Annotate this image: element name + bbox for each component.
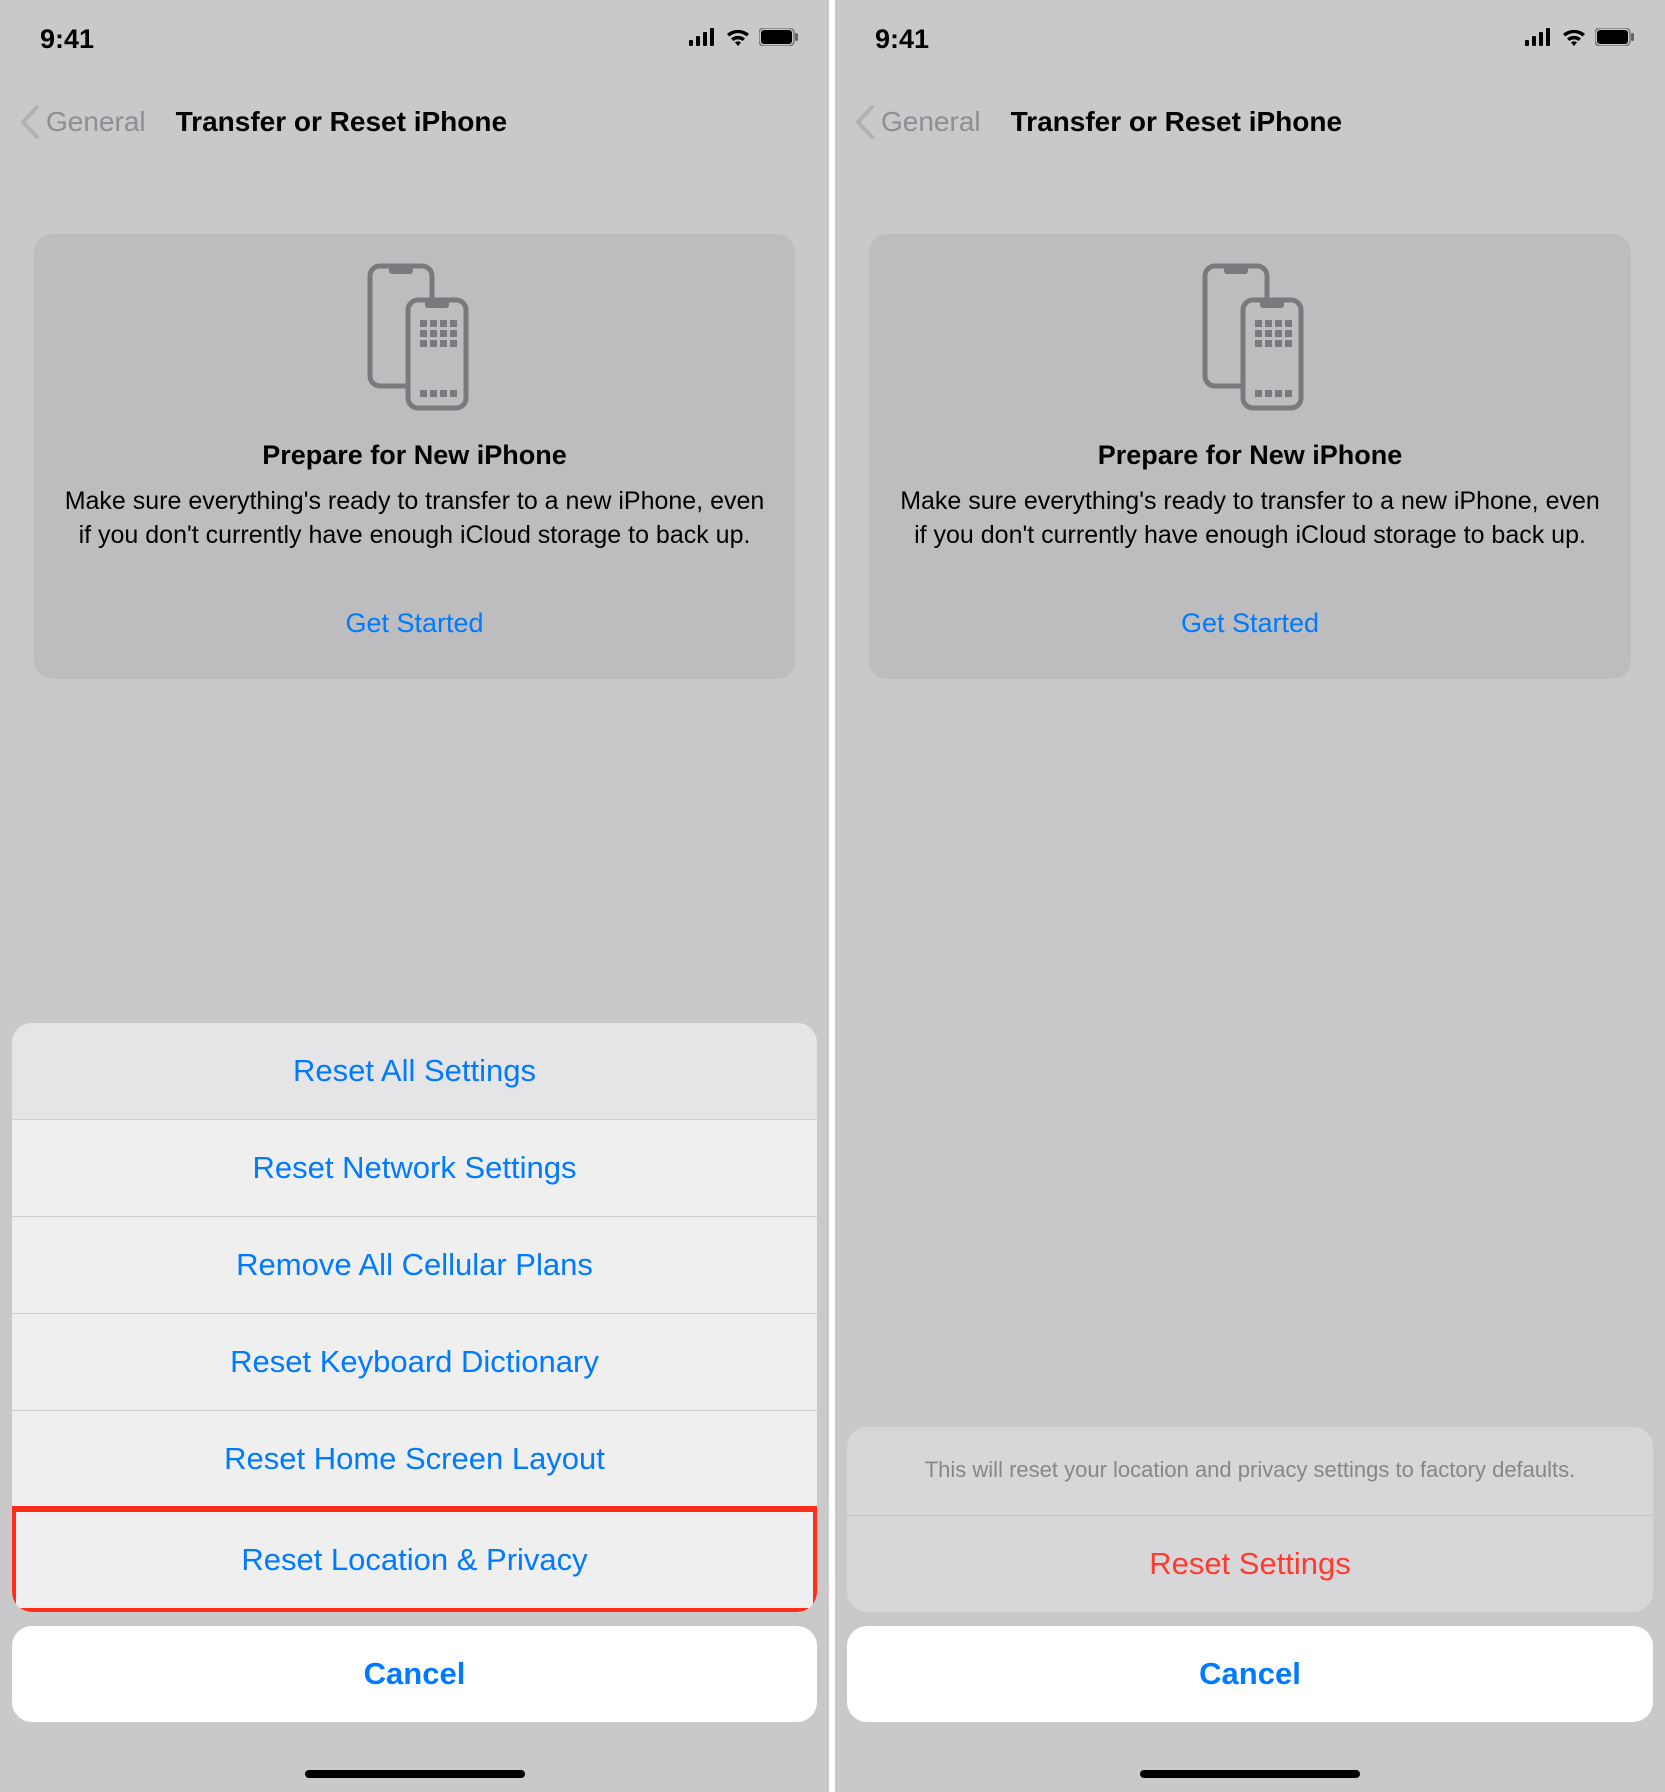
- reset-settings-button[interactable]: Reset Settings: [847, 1516, 1653, 1612]
- prepare-title: Prepare for New iPhone: [64, 440, 765, 471]
- nav-bar: General Transfer or Reset iPhone: [835, 70, 1665, 164]
- cancel-button[interactable]: Cancel: [847, 1626, 1653, 1722]
- battery-icon: [759, 28, 799, 51]
- back-button-label[interactable]: General: [46, 106, 146, 138]
- back-chevron-icon[interactable]: [20, 105, 40, 139]
- reset-location-privacy-button[interactable]: Reset Location & Privacy: [12, 1506, 817, 1612]
- status-icons: [1525, 27, 1635, 52]
- reset-home-screen-layout-button[interactable]: Reset Home Screen Layout: [12, 1411, 817, 1508]
- screenshot-right: 9:41 General Transfer or Reset iPhone: [835, 0, 1665, 1792]
- back-chevron-icon[interactable]: [855, 105, 875, 139]
- two-phones-icon: [899, 262, 1601, 412]
- reset-keyboard-dictionary-button[interactable]: Reset Keyboard Dictionary: [12, 1314, 817, 1411]
- status-icons: [689, 27, 799, 52]
- prepare-card: Prepare for New iPhone Make sure everyth…: [34, 234, 795, 679]
- confirm-action-sheet: This will reset your location and privac…: [835, 1427, 1665, 1792]
- screenshot-left: 9:41 General Transfer or Reset iPhone: [0, 0, 829, 1792]
- prepare-description: Make sure everything's ready to transfer…: [64, 485, 765, 553]
- nav-title: Transfer or Reset iPhone: [1011, 106, 1342, 138]
- home-indicator[interactable]: [1140, 1770, 1360, 1778]
- battery-icon: [1595, 28, 1635, 51]
- cellular-signal-icon: [1525, 28, 1553, 51]
- reset-sheet-group: Reset All Settings Reset Network Setting…: [12, 1023, 817, 1612]
- wifi-icon: [725, 27, 751, 52]
- prepare-description: Make sure everything's ready to transfer…: [899, 485, 1601, 553]
- get-started-button[interactable]: Get Started: [64, 608, 765, 639]
- status-bar: 9:41: [835, 0, 1665, 70]
- cellular-signal-icon: [689, 28, 717, 51]
- two-phones-icon: [64, 262, 765, 412]
- nav-bar: General Transfer or Reset iPhone: [0, 70, 829, 164]
- reset-all-settings-button[interactable]: Reset All Settings: [12, 1023, 817, 1120]
- status-time: 9:41: [875, 24, 929, 55]
- wifi-icon: [1561, 27, 1587, 52]
- remove-all-cellular-plans-button[interactable]: Remove All Cellular Plans: [12, 1217, 817, 1314]
- status-bar: 9:41: [0, 0, 829, 70]
- reset-action-sheet: Reset All Settings Reset Network Setting…: [0, 1023, 829, 1792]
- cancel-button[interactable]: Cancel: [12, 1626, 817, 1722]
- back-button-label[interactable]: General: [881, 106, 981, 138]
- confirm-message: This will reset your location and privac…: [847, 1427, 1653, 1516]
- reset-network-settings-button[interactable]: Reset Network Settings: [12, 1120, 817, 1217]
- confirm-sheet-group: This will reset your location and privac…: [847, 1427, 1653, 1612]
- home-indicator[interactable]: [305, 1770, 525, 1778]
- prepare-title: Prepare for New iPhone: [899, 440, 1601, 471]
- status-time: 9:41: [40, 24, 94, 55]
- nav-title: Transfer or Reset iPhone: [176, 106, 507, 138]
- get-started-button[interactable]: Get Started: [899, 608, 1601, 639]
- prepare-card: Prepare for New iPhone Make sure everyth…: [869, 234, 1631, 679]
